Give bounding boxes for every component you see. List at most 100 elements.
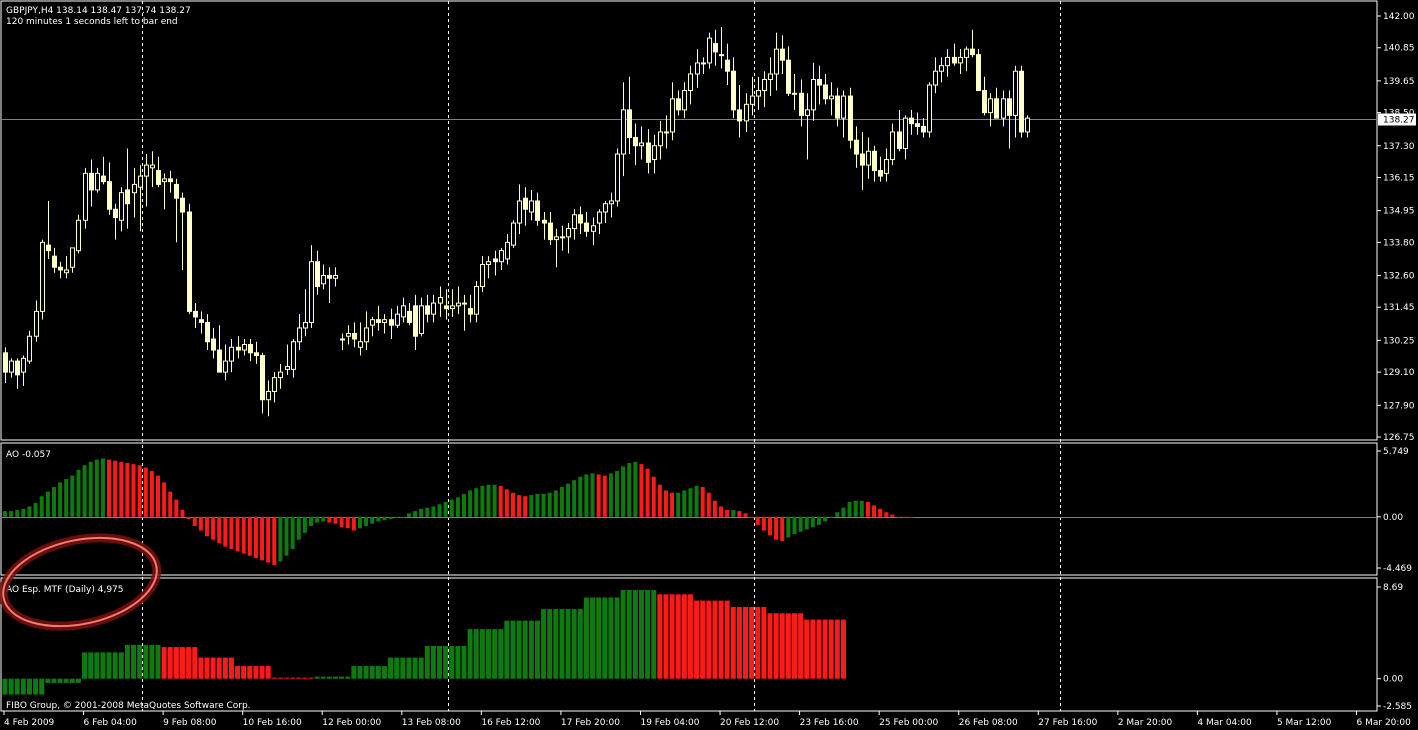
- ao-bar: [247, 516, 252, 556]
- candle: [707, 32, 712, 69]
- ao-bar: [547, 492, 552, 517]
- ao-mtf-bar: [137, 644, 143, 679]
- candle-body-down: [633, 136, 638, 147]
- candle-body-up: [272, 377, 277, 392]
- ao-bar: [253, 516, 258, 559]
- candle-body-down: [952, 56, 957, 64]
- ao-mtf-bar: [167, 647, 173, 679]
- candle-body-up: [707, 37, 712, 64]
- y-tick-label: 139.65: [1383, 77, 1415, 87]
- candle-body-up: [933, 70, 938, 86]
- ao-mtf-bar: [743, 606, 749, 679]
- ao-bar: [615, 471, 619, 517]
- ao-bar: [27, 506, 32, 517]
- ao-bar: [878, 508, 883, 517]
- ao-bar: [45, 491, 50, 517]
- x-tick-label: 13 Feb 08:00: [402, 718, 461, 728]
- candle-body-up: [370, 319, 375, 326]
- ao-bar: [278, 516, 283, 562]
- y-tick-label: 0.00: [1383, 513, 1403, 523]
- candle-body-up: [266, 390, 271, 401]
- y-tick-label: 129.10: [1383, 368, 1415, 378]
- ao-bar: [266, 516, 271, 563]
- ao-mtf-bar: [657, 594, 663, 679]
- ao-bar: [406, 513, 411, 517]
- candle-body-down: [780, 48, 785, 61]
- candle-body-down: [817, 78, 822, 86]
- ao-bar: [315, 516, 320, 523]
- x-tick-label: 2 Mar 20:00: [1118, 718, 1173, 728]
- ao-bar: [425, 507, 430, 517]
- ao-bar: [370, 516, 375, 524]
- ao-mtf-bar: [590, 597, 596, 679]
- ao-bar: [474, 488, 479, 517]
- ao-mtf-value: 4,975: [98, 585, 124, 595]
- candle-body-down: [542, 219, 547, 224]
- candle-body-up: [401, 305, 406, 318]
- ao-mtf-bar: [736, 606, 742, 679]
- ao-mtf-bar: [553, 609, 559, 679]
- candle-body-down: [327, 275, 332, 279]
- candle-body-up: [744, 103, 749, 122]
- y-tick-label: -2.585: [1383, 702, 1412, 712]
- ao-mtf-bar: [700, 600, 706, 679]
- candle-body-down: [413, 305, 418, 337]
- ao-mtf-bar: [749, 606, 755, 679]
- ao-mtf-bar: [424, 645, 430, 679]
- candle-body-up: [652, 145, 657, 161]
- candle-body-up: [450, 305, 455, 310]
- ao-bar: [223, 516, 228, 547]
- y-tick-label: 133.80: [1383, 238, 1415, 248]
- ao-bar: [670, 492, 675, 517]
- ao-mtf-bar: [638, 590, 644, 679]
- x-tick-label: 17 Feb 20:00: [561, 718, 620, 728]
- candle-body-up: [774, 48, 779, 75]
- ao-mtf-bar: [473, 629, 479, 679]
- ao-bar: [486, 484, 491, 517]
- candle-body-down: [578, 214, 583, 224]
- ao-mtf-title: AO Esp. MTF (Daily): [6, 585, 95, 595]
- candle-body-up: [566, 228, 571, 238]
- current-price-label: 138.27: [1383, 116, 1415, 126]
- candle-body-up: [132, 183, 137, 194]
- chart-canvas[interactable]: GBPJPY,H4 138.14 138.47 137.74 138.27 12…: [0, 0, 1418, 730]
- candle-body-down: [180, 197, 185, 213]
- ao-mtf-bar: [241, 666, 247, 679]
- ao-bar: [535, 493, 540, 517]
- y-tick-label: 132.60: [1383, 272, 1415, 282]
- ao-bar: [853, 500, 858, 517]
- ao-mtf-bar: [222, 657, 228, 679]
- ao-mtf-bar: [804, 619, 810, 679]
- x-tick-label: 20 Feb 12:00: [720, 718, 779, 728]
- candle-body-up: [554, 236, 559, 241]
- ao-mtf-bar: [400, 657, 406, 679]
- ao-bar: [192, 516, 197, 526]
- ao-bar: [780, 516, 785, 541]
- candle-body-down: [468, 308, 473, 315]
- ao-bar: [798, 516, 803, 532]
- candle-body-down: [248, 344, 253, 354]
- candle-body-down: [878, 170, 883, 177]
- candle: [187, 203, 192, 315]
- candle-body-up: [278, 371, 283, 379]
- candle-body-up: [756, 90, 761, 97]
- y-tick-label: 126.75: [1383, 433, 1415, 443]
- y-tick-label: 5.749: [1383, 447, 1409, 457]
- candle-body-up: [431, 302, 436, 315]
- candle-body-up: [811, 78, 816, 111]
- candle: [76, 214, 81, 254]
- bar-timer: 120 minutes 1 seconds left to bar end: [6, 17, 178, 27]
- candle-body-up: [309, 261, 314, 323]
- ao-bar: [627, 463, 632, 517]
- ao-bar: [468, 490, 473, 517]
- candle-body-up: [303, 321, 308, 329]
- x-tick-label: 10 Feb 16:00: [243, 718, 302, 728]
- ao-bar: [94, 459, 99, 517]
- y-tick-label: 131.45: [1383, 303, 1415, 313]
- ao-mtf-bar: [357, 666, 363, 679]
- ao-bar: [351, 516, 356, 531]
- ao-bar: [517, 495, 522, 517]
- x-tick-label: 4 Feb 2009: [4, 718, 55, 728]
- ao-bar: [731, 509, 736, 517]
- ao-bar: [902, 516, 907, 518]
